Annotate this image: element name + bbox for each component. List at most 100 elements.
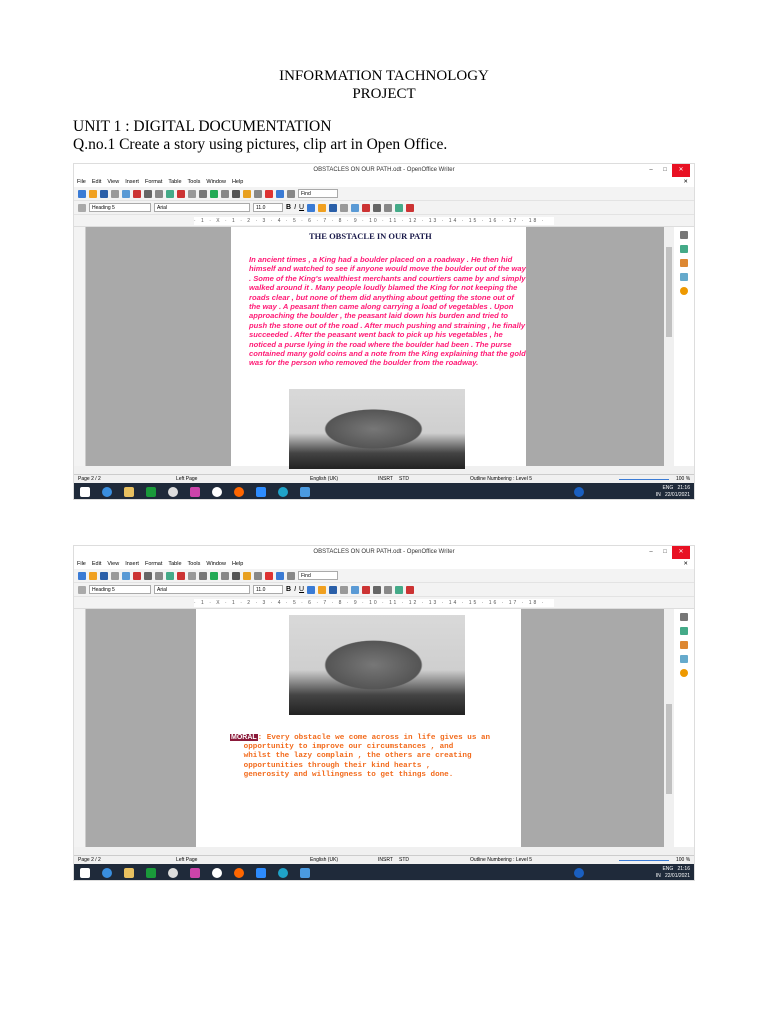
- style-select[interactable]: Heading 5: [89, 203, 151, 212]
- toolbar-icon[interactable]: [144, 571, 152, 580]
- toolbar-icon[interactable]: [287, 189, 295, 198]
- firefox-icon[interactable]: [234, 487, 244, 497]
- store-icon[interactable]: [146, 868, 156, 878]
- format-icon[interactable]: [351, 203, 360, 212]
- menu-file[interactable]: File: [77, 177, 86, 187]
- store-icon[interactable]: [146, 487, 156, 497]
- size-select[interactable]: 11.0: [253, 203, 283, 212]
- format-icon[interactable]: [362, 585, 371, 594]
- format-icon[interactable]: [329, 203, 338, 212]
- help-icon[interactable]: [574, 487, 584, 497]
- toolbar-icon[interactable]: [122, 189, 130, 198]
- close-button[interactable]: ✕: [672, 164, 690, 177]
- toolbar-icon[interactable]: [199, 571, 207, 580]
- toolbar-icon[interactable]: [221, 571, 229, 580]
- system-tray[interactable]: ENG 21:16 IN 22/01/2021: [656, 485, 690, 499]
- menu-window[interactable]: Window: [206, 177, 226, 187]
- menu-help[interactable]: Help: [232, 177, 243, 187]
- toolbar-icon[interactable]: [177, 571, 185, 580]
- menu-help[interactable]: Help: [232, 559, 243, 569]
- toolbar-icon[interactable]: [144, 189, 152, 198]
- format-icon[interactable]: [406, 585, 415, 594]
- menu-format[interactable]: Format: [145, 177, 162, 187]
- toolbar-icon[interactable]: [111, 571, 119, 580]
- toolbar-icon[interactable]: [210, 571, 218, 580]
- find-input[interactable]: Find: [298, 571, 338, 580]
- toolbar-icon[interactable]: [100, 571, 108, 580]
- system-tray[interactable]: ENG 21:16 IN 22/01/2021: [656, 866, 690, 880]
- format-icon[interactable]: [307, 585, 316, 594]
- edge-icon[interactable]: [278, 868, 288, 878]
- italic-icon[interactable]: I: [294, 586, 296, 593]
- underline-icon[interactable]: U: [299, 586, 304, 593]
- zoom-app-icon[interactable]: [256, 487, 266, 497]
- menu-tools[interactable]: Tools: [188, 177, 201, 187]
- menu-format[interactable]: Format: [145, 559, 162, 569]
- toolbar-icon[interactable]: [265, 189, 273, 198]
- menu-tools[interactable]: Tools: [188, 559, 201, 569]
- menu-table[interactable]: Table: [168, 559, 181, 569]
- menu-insert[interactable]: Insert: [125, 177, 139, 187]
- font-select[interactable]: Arial: [154, 585, 250, 594]
- find-input[interactable]: Find: [298, 189, 338, 198]
- format-icon[interactable]: [384, 585, 393, 594]
- zoom-slider[interactable]: [619, 860, 669, 861]
- format-icon[interactable]: [373, 585, 382, 594]
- menu-view[interactable]: View: [107, 177, 119, 187]
- format-icon[interactable]: [329, 585, 338, 594]
- edge-icon[interactable]: [278, 487, 288, 497]
- underline-icon[interactable]: U: [299, 204, 304, 211]
- menu-view[interactable]: View: [107, 559, 119, 569]
- firefox-icon[interactable]: [234, 868, 244, 878]
- toolbar-icon[interactable]: [221, 189, 229, 198]
- menu-insert[interactable]: Insert: [125, 559, 139, 569]
- format-icon[interactable]: [362, 203, 371, 212]
- toolbar-icon[interactable]: [199, 189, 207, 198]
- format-icon[interactable]: [406, 203, 415, 212]
- close-doc-icon[interactable]: ✕: [683, 559, 688, 569]
- format-icon[interactable]: [373, 203, 382, 212]
- toolbar-icon[interactable]: [254, 189, 262, 198]
- toolbar-icon[interactable]: [210, 189, 218, 198]
- font-select[interactable]: Arial: [154, 203, 250, 212]
- format-icon[interactable]: [340, 585, 349, 594]
- toolbar-icon[interactable]: [265, 571, 273, 580]
- toolbar-icon[interactable]: [78, 189, 86, 198]
- vertical-scrollbar[interactable]: [664, 609, 674, 847]
- menu-file[interactable]: File: [77, 559, 86, 569]
- toolbar-icon[interactable]: [78, 571, 86, 580]
- file-explorer-icon[interactable]: [124, 868, 134, 878]
- help-icon[interactable]: [574, 868, 584, 878]
- windows-start-icon[interactable]: [80, 868, 90, 878]
- toolbar-icon[interactable]: [276, 189, 284, 198]
- paint-app-icon[interactable]: [190, 487, 200, 497]
- toolbar-icon[interactable]: [166, 189, 174, 198]
- file-explorer-icon[interactable]: [124, 487, 134, 497]
- bold-icon[interactable]: B: [286, 586, 291, 593]
- ie-icon[interactable]: [102, 868, 112, 878]
- format-icon[interactable]: [307, 203, 316, 212]
- menu-table[interactable]: Table: [168, 177, 181, 187]
- windows-start-icon[interactable]: [80, 487, 90, 497]
- vertical-scrollbar[interactable]: [664, 227, 674, 466]
- toolbar-icon[interactable]: [188, 571, 196, 580]
- format-icon[interactable]: [318, 203, 327, 212]
- ie-icon[interactable]: [102, 487, 112, 497]
- zoom-app-icon[interactable]: [256, 868, 266, 878]
- toolbar-icon[interactable]: [188, 189, 196, 198]
- horizontal-scrollbar[interactable]: [74, 847, 694, 855]
- close-doc-icon[interactable]: ✕: [683, 177, 688, 187]
- toolbar-icon[interactable]: [243, 189, 251, 198]
- format-icon[interactable]: [384, 203, 393, 212]
- format-icon[interactable]: [395, 203, 404, 212]
- format-icon[interactable]: [351, 585, 360, 594]
- camera-app-icon[interactable]: [168, 868, 178, 878]
- format-icon[interactable]: [395, 585, 404, 594]
- menu-window[interactable]: Window: [206, 559, 226, 569]
- minimize-button[interactable]: –: [644, 164, 658, 177]
- menu-edit[interactable]: Edit: [92, 559, 101, 569]
- hp-icon[interactable]: [212, 487, 222, 497]
- toolbar-icon[interactable]: [243, 571, 251, 580]
- toolbar-icon[interactable]: [111, 189, 119, 198]
- style-select[interactable]: Heading 5: [89, 585, 151, 594]
